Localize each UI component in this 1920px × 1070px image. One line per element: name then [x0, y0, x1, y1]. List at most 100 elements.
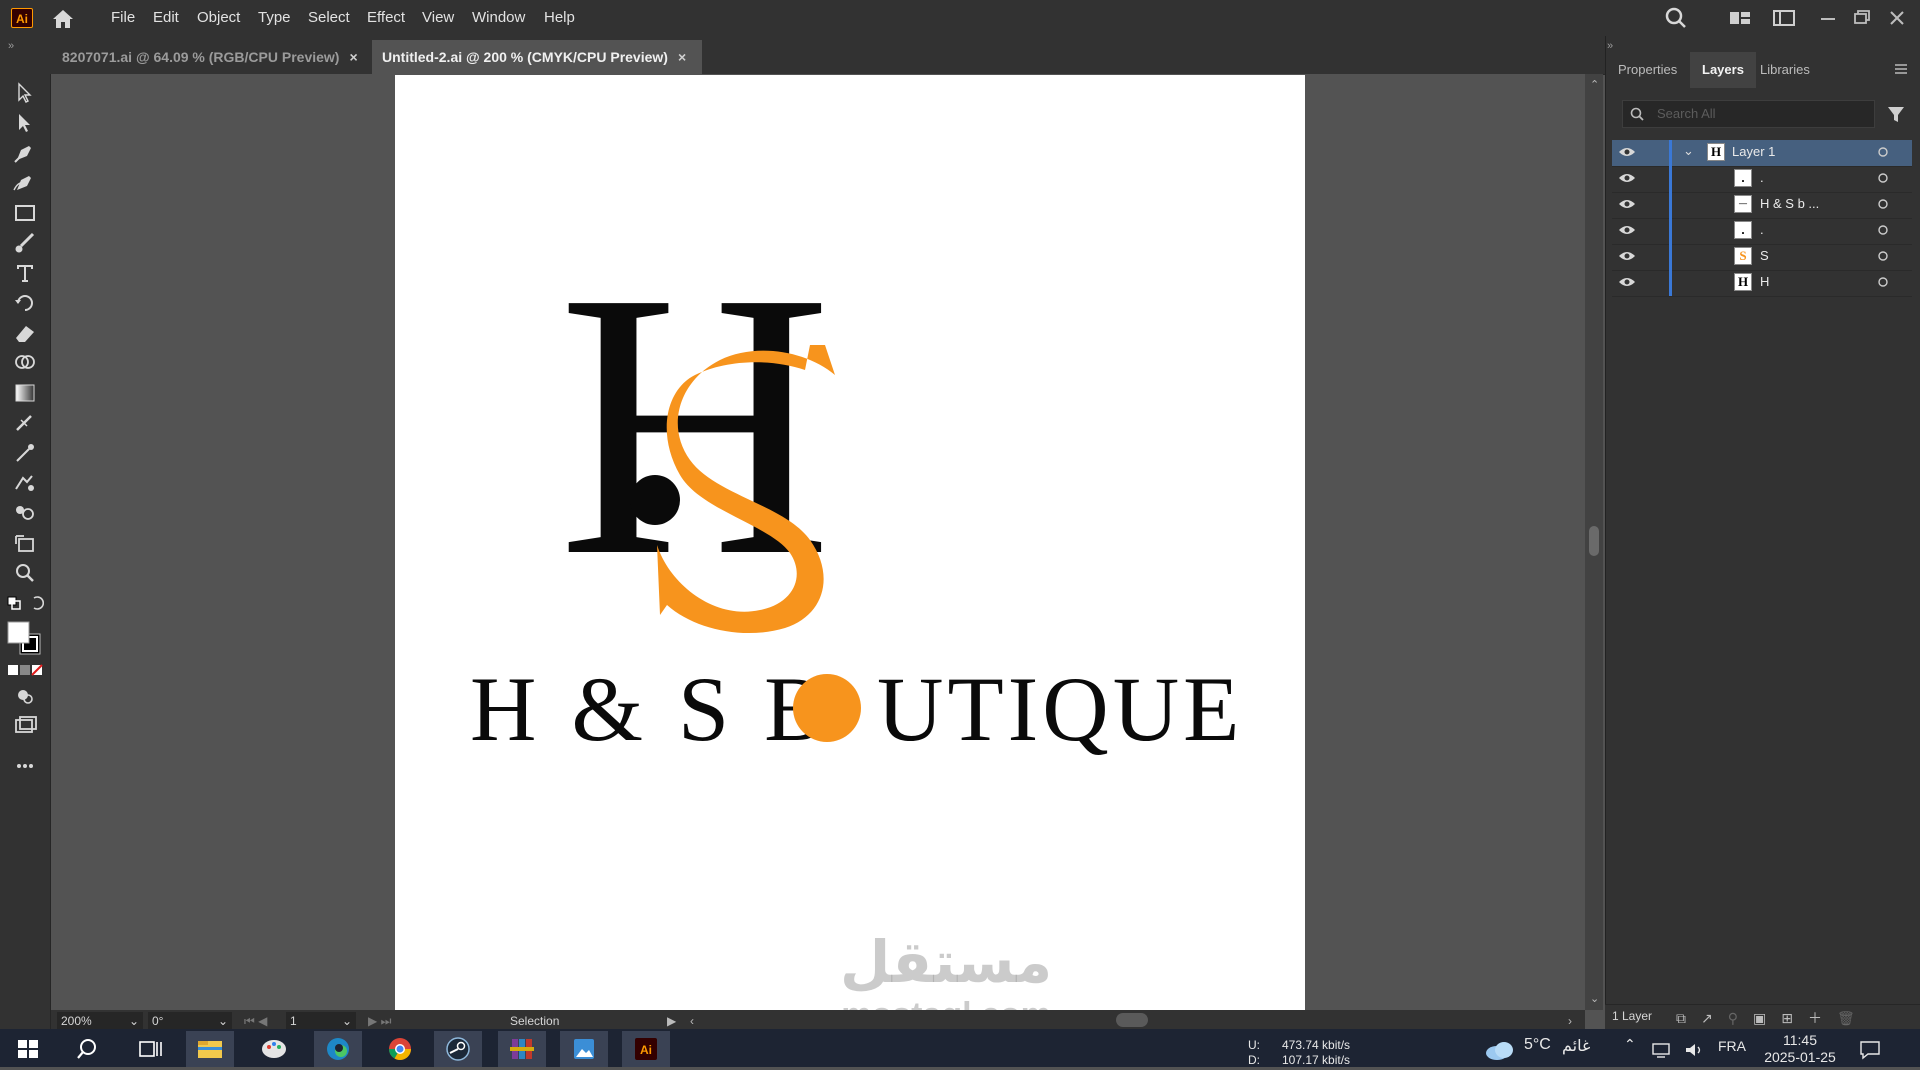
monogram-dot[interactable]: [630, 475, 680, 525]
visibility-eye-icon[interactable]: [1618, 170, 1636, 189]
eyedropper-tool-icon[interactable]: [11, 440, 39, 466]
panel-menu-icon[interactable]: [1893, 62, 1909, 76]
tab-8207071[interactable]: 8207071.ai @ 64.09 % (RGB/CPU Preview) ×: [52, 44, 368, 70]
default-swap-colors-icon[interactable]: [6, 594, 45, 612]
collapse-toolbar-icon[interactable]: »: [8, 40, 14, 52]
artboard-number-field[interactable]: 1 ⌄: [286, 1012, 356, 1030]
scroll-right-icon[interactable]: ›: [1568, 1012, 1572, 1030]
chevron-down-icon[interactable]: ⌄: [129, 1012, 139, 1030]
fill-stroke-swatch[interactable]: [6, 620, 42, 656]
menu-select[interactable]: Select: [308, 0, 350, 36]
rotation-field[interactable]: 0° ⌄: [148, 1012, 232, 1030]
monogram-h[interactable]: H: [558, 214, 832, 635]
search-icon[interactable]: [1663, 6, 1689, 30]
menu-window[interactable]: Window: [472, 0, 525, 36]
illustrator-taskbar-icon[interactable]: Ai: [622, 1031, 670, 1067]
home-icon[interactable]: [50, 8, 76, 30]
restore-window-icon[interactable]: [1849, 6, 1875, 30]
menu-object[interactable]: Object: [197, 0, 240, 36]
rectangle-tool-icon[interactable]: [11, 200, 39, 226]
screen-mode-icon[interactable]: [11, 713, 39, 739]
tab-libraries[interactable]: Libraries: [1760, 52, 1810, 88]
direct-selection-tool-icon[interactable]: [11, 110, 39, 136]
visibility-eye-icon[interactable]: [1618, 274, 1636, 293]
scroll-up-icon[interactable]: ⌃: [1590, 78, 1599, 91]
rotate-tool-icon[interactable]: [11, 290, 39, 316]
layer-name[interactable]: .: [1760, 222, 1764, 237]
close-window-icon[interactable]: [1884, 6, 1910, 30]
visibility-eye-icon[interactable]: [1618, 196, 1636, 215]
scroll-left-icon[interactable]: ‹: [690, 1012, 694, 1030]
tray-overflow-chevron-icon[interactable]: ⌃: [1624, 1036, 1636, 1053]
menu-help[interactable]: Help: [544, 0, 575, 36]
make-clipping-mask-icon[interactable]: ▣: [1753, 1010, 1781, 1026]
status-menu-arrow-icon[interactable]: ▶: [667, 1012, 676, 1030]
workspace-switcher-icon[interactable]: [1771, 6, 1797, 30]
tab-untitled-2[interactable]: Untitled-2.ai @ 200 % (CMYK/CPU Preview)…: [372, 40, 702, 74]
chrome-browser-icon[interactable]: [376, 1031, 424, 1067]
menu-view[interactable]: View: [422, 0, 454, 36]
edit-toolbar-more-icon[interactable]: [11, 753, 39, 779]
target-circle-icon[interactable]: [1876, 275, 1890, 292]
layer-row-item[interactable]: — H & S b ...: [1612, 192, 1912, 219]
close-tab-icon[interactable]: ×: [678, 49, 686, 65]
file-explorer-icon[interactable]: [186, 1031, 234, 1067]
notifications-icon[interactable]: [1858, 1039, 1882, 1061]
taskbar-search-icon[interactable]: [66, 1031, 114, 1067]
target-circle-icon[interactable]: [1876, 223, 1890, 240]
layer-row-item[interactable]: . .: [1612, 166, 1912, 193]
collapse-panel-icon[interactable]: »: [1607, 40, 1613, 52]
photos-app-icon[interactable]: [560, 1031, 608, 1067]
tab-properties[interactable]: Properties: [1618, 52, 1677, 88]
selection-tool-icon[interactable]: [11, 80, 39, 106]
color-mode-icon[interactable]: [7, 664, 43, 677]
export-icon[interactable]: ↗: [1701, 1010, 1728, 1026]
weather-condition[interactable]: غائم: [1562, 1036, 1590, 1056]
layer-name[interactable]: H & S b ...: [1760, 196, 1819, 211]
wordmark-left[interactable]: H & S B: [470, 658, 832, 760]
minimize-window-icon[interactable]: [1815, 6, 1841, 30]
visibility-eye-icon[interactable]: [1618, 222, 1636, 241]
layer-name[interactable]: Layer 1: [1732, 144, 1775, 159]
hs-boutique-logo[interactable]: H H & S B UTIQUE: [395, 75, 1305, 1010]
shape-builder-tool-icon[interactable]: [11, 350, 39, 376]
filter-icon[interactable]: [1886, 104, 1906, 124]
gradient-tool-icon[interactable]: [11, 380, 39, 406]
horizontal-scroll-thumb[interactable]: [1116, 1013, 1148, 1027]
menu-edit[interactable]: Edit: [153, 0, 179, 36]
target-circle-icon[interactable]: [1876, 171, 1890, 188]
weather-cloud-icon[interactable]: [1483, 1039, 1517, 1061]
winrar-app-icon[interactable]: [498, 1031, 546, 1067]
input-language[interactable]: FRA: [1718, 1038, 1746, 1054]
wordmark-orange-dot[interactable]: [793, 674, 861, 742]
task-view-icon[interactable]: [126, 1031, 174, 1067]
draw-mode-icon[interactable]: [11, 683, 39, 709]
artboard-tool-icon[interactable]: [11, 530, 39, 556]
new-layer-icon[interactable]: ＋: [1808, 1010, 1837, 1026]
last-artboard-icon[interactable]: ▶ ⏭: [368, 1012, 391, 1030]
layer-row-layer-1[interactable]: ⌄ H Layer 1: [1612, 140, 1912, 167]
delete-layer-icon[interactable]: 🗑: [1837, 1010, 1870, 1026]
locate-object-icon[interactable]: ⚲: [1728, 1010, 1753, 1026]
target-circle-icon[interactable]: [1876, 197, 1890, 214]
visibility-eye-icon[interactable]: [1618, 144, 1636, 163]
artboard[interactable]: H H & S B UTIQUE: [395, 75, 1305, 1010]
first-artboard-icon[interactable]: ⏮ ◀: [244, 1012, 267, 1030]
new-sublayer-icon[interactable]: ⊞: [1781, 1010, 1808, 1026]
weather-temperature[interactable]: 5°C: [1524, 1036, 1551, 1054]
type-tool-icon[interactable]: [11, 260, 39, 286]
scroll-down-icon[interactable]: ⌄: [1590, 992, 1599, 1005]
tab-layers[interactable]: Layers: [1690, 52, 1756, 88]
blend-tool-icon[interactable]: [11, 470, 39, 496]
layer-row-item[interactable]: . .: [1612, 218, 1912, 245]
zoom-level-field[interactable]: 200% ⌄: [57, 1012, 143, 1030]
layer-row-item[interactable]: S S: [1612, 244, 1912, 271]
system-clock[interactable]: 11:45 2025-01-25: [1762, 1032, 1838, 1066]
mesh-tool-icon[interactable]: [11, 410, 39, 436]
menu-file[interactable]: File: [111, 0, 135, 36]
paintbrush-tool-icon[interactable]: [11, 230, 39, 256]
steam-app-icon[interactable]: [434, 1031, 482, 1067]
chevron-down-icon[interactable]: ⌄: [218, 1012, 228, 1030]
close-tab-icon[interactable]: ×: [349, 49, 357, 65]
symbol-sprayer-tool-icon[interactable]: [11, 500, 39, 526]
